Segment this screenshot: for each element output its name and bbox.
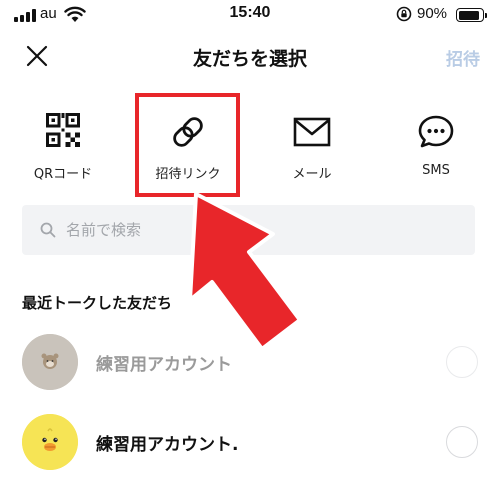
search-bar[interactable] xyxy=(22,205,475,255)
mail-icon xyxy=(293,117,331,147)
qr-code-button[interactable]: QRコード xyxy=(13,105,113,195)
qr-code-label: QRコード xyxy=(33,167,93,182)
status-bar: au 15:40 90% xyxy=(0,0,500,30)
invite-button[interactable]: 招待 xyxy=(446,45,480,70)
friend-name: 練習用アカウント. xyxy=(96,435,239,455)
search-icon xyxy=(40,222,56,238)
bear-avatar-icon xyxy=(22,334,78,390)
friend-name: 練習用アカウント xyxy=(96,355,232,375)
battery-icon xyxy=(456,8,487,22)
battery-percent: 90% xyxy=(417,5,448,22)
highlight-box xyxy=(135,93,240,197)
sms-label: SMS xyxy=(422,163,450,178)
mail-button[interactable]: メール xyxy=(262,105,362,195)
friend-row[interactable]: 練習用アカウント xyxy=(0,327,500,397)
select-radio[interactable] xyxy=(446,426,478,458)
mail-label: メール xyxy=(292,167,332,182)
qr-code-icon xyxy=(46,113,80,147)
sms-button[interactable]: SMS xyxy=(386,105,486,195)
select-radio[interactable] xyxy=(446,346,478,378)
section-title: 最近トークした友だち xyxy=(22,294,173,312)
page-title: 友だちを選択 xyxy=(192,48,307,70)
search-input[interactable] xyxy=(66,218,446,242)
sms-icon xyxy=(418,115,454,148)
friend-row[interactable]: 練習用アカウント. xyxy=(0,407,500,477)
rotation-lock-icon xyxy=(396,6,412,22)
chick-avatar-icon xyxy=(22,414,78,470)
